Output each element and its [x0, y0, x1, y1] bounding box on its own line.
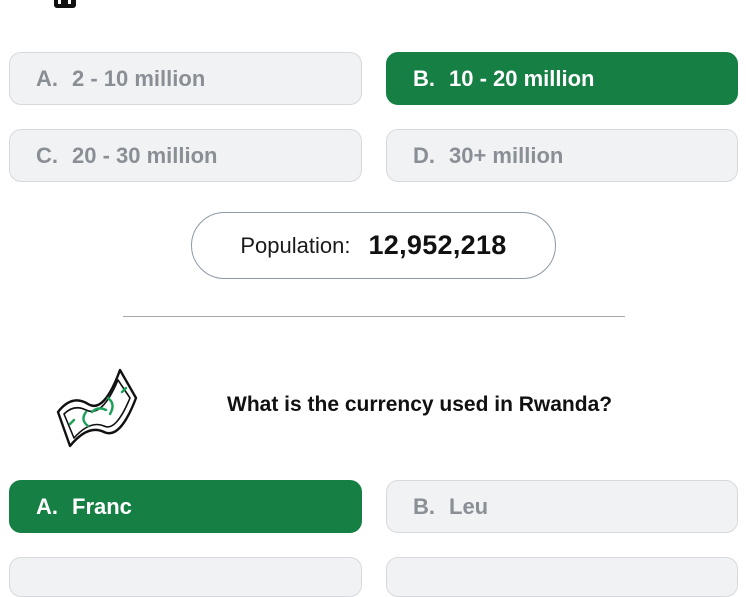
answer-option-c[interactable]: C. 20 - 30 million [9, 129, 362, 182]
option-letter: B. [413, 65, 435, 91]
question-text: What is the currency used in Rwanda? [227, 393, 613, 416]
answer-option-a[interactable]: A. 2 - 10 million [9, 52, 362, 105]
answer-option-d[interactable]: D. 30+ million [386, 129, 738, 182]
option-text: 2 - 10 million [72, 65, 206, 91]
section-divider [123, 316, 625, 317]
option-text: Franc [72, 493, 132, 519]
option-letter: A. [36, 65, 58, 91]
banknote-icon [50, 364, 140, 454]
population-result: Population: 12,952,218 [191, 212, 556, 279]
option-letter: A. [36, 493, 58, 519]
option-text: Leu [449, 493, 489, 519]
option-text: 10 - 20 million [449, 65, 595, 91]
answer-option-b[interactable]: B. Leu [386, 480, 738, 533]
option-letter: B. [413, 493, 435, 519]
population-label: Population: [240, 232, 351, 258]
population-value: 12,952,218 [368, 230, 507, 260]
people-icon [52, 0, 112, 10]
option-letter: D. [413, 142, 435, 168]
answer-option-a-correct[interactable]: A. Franc [9, 480, 362, 533]
answer-option-c[interactable] [9, 557, 362, 597]
option-letter: C. [36, 142, 58, 168]
option-text: 30+ million [449, 142, 564, 168]
option-text: 20 - 30 million [72, 142, 218, 168]
answer-option-b-correct[interactable]: B. 10 - 20 million [386, 52, 738, 105]
answer-option-d[interactable] [386, 557, 738, 597]
